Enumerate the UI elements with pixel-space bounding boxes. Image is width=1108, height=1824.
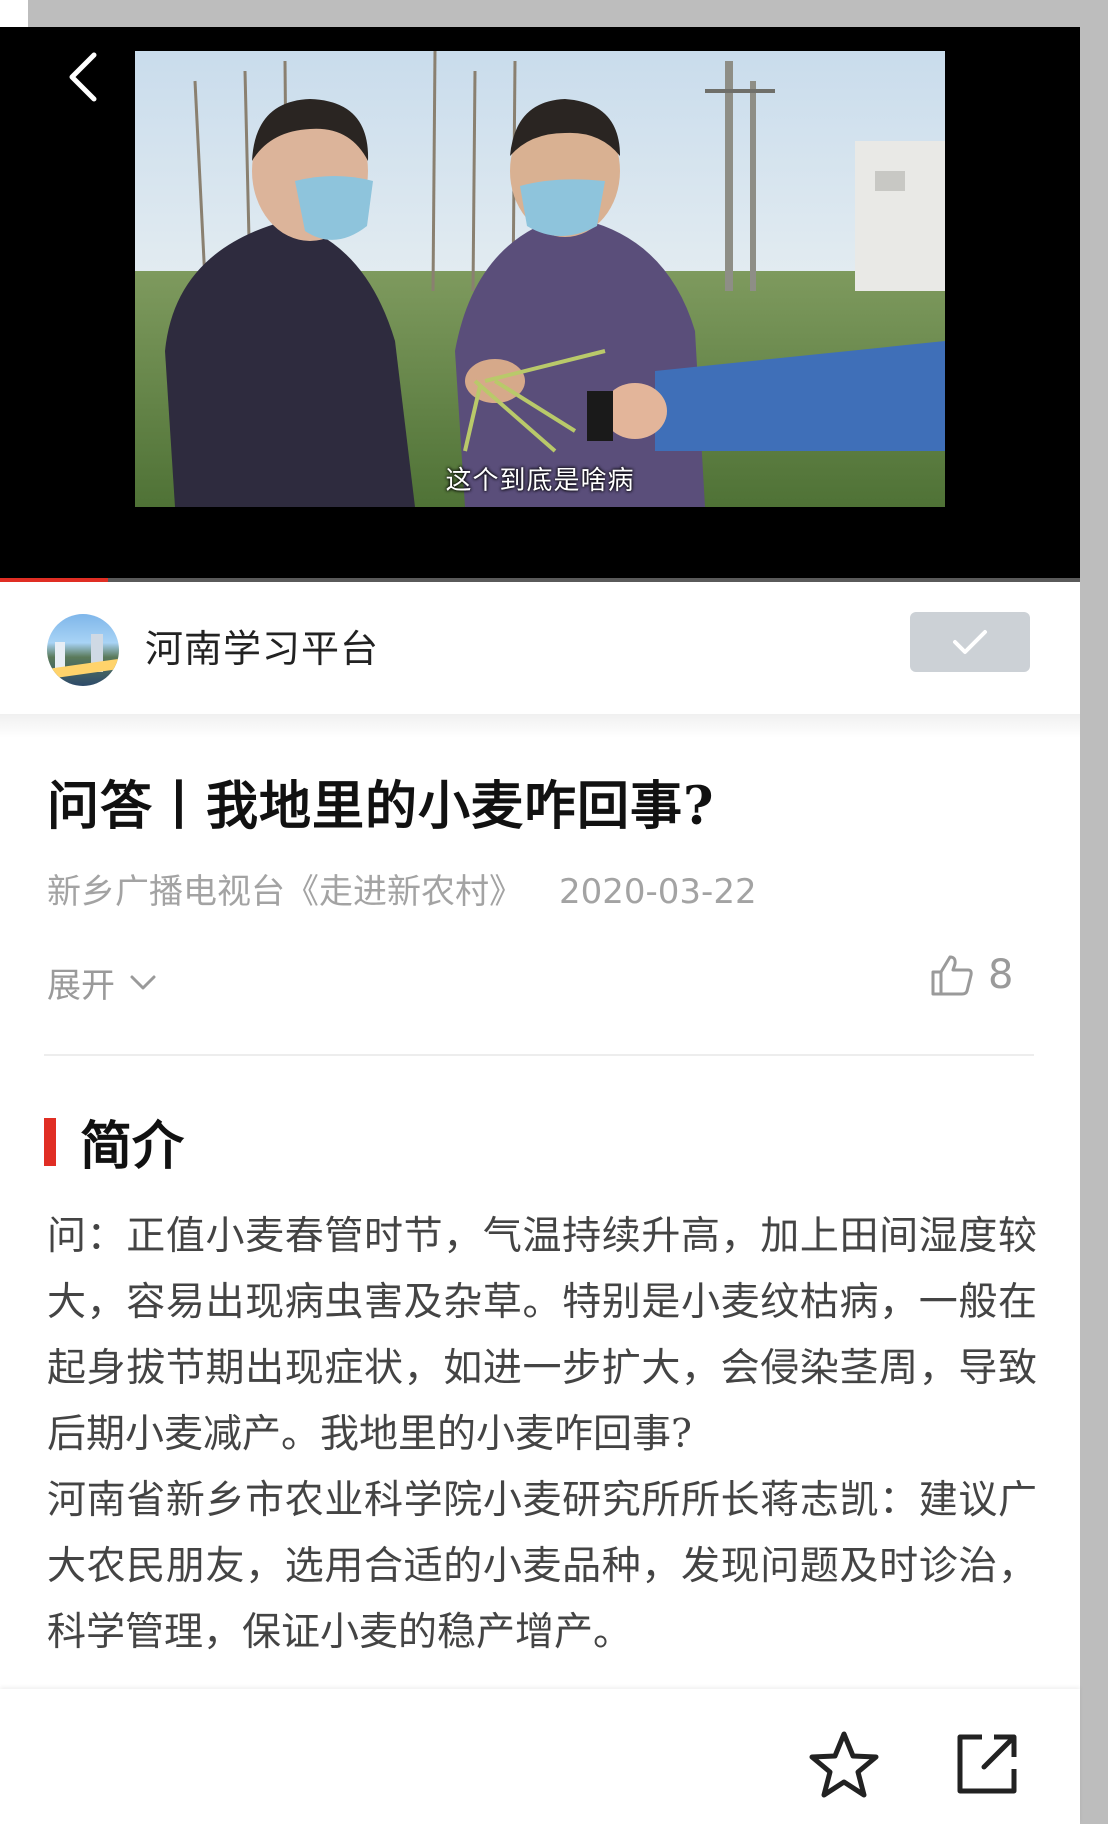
like-button[interactable]: 8 (930, 952, 1013, 998)
thumbs-up-icon (931, 955, 973, 996)
right-edge (1080, 27, 1108, 1824)
corner-patch (0, 0, 28, 27)
follow-button[interactable] (910, 612, 1030, 672)
star-icon (809, 1731, 879, 1798)
article-title: 问答丨我地里的小麦咋回事? (47, 776, 715, 837)
video-player[interactable]: 这个到底是啥病 (0, 27, 1080, 582)
back-button[interactable] (58, 47, 108, 107)
publisher-name[interactable]: 河南学习平台 (145, 618, 379, 673)
video-frame[interactable]: 这个到底是啥病 (135, 51, 945, 507)
like-count: 8 (988, 952, 1014, 998)
section-heading: 简介 (44, 1104, 184, 1179)
status-area (0, 0, 1108, 27)
article-content: 问答丨我地里的小麦咋回事? 新乡广播电视台《走进新农村》 2020-03-22 展… (0, 714, 1080, 1689)
expand-button[interactable]: 展开 (47, 958, 157, 1007)
video-scene-image (135, 51, 945, 507)
intro-body: 问：正值小麦春管时节，气温持续升高，加上田间湿度较大，容易出现病虫害及杂草。特别… (47, 1204, 1037, 1666)
intro-paragraph: 问：正值小麦春管时节，气温持续升高，加上田间湿度较大，容易出现病虫害及杂草。特别… (47, 1214, 1037, 1457)
intro-paragraph: 河南省新乡市农业科学院小麦研究所所长蒋志凯：建议广大农民朋友，选用合适的小麦品种… (47, 1478, 1037, 1655)
article-date: 2020-03-22 (559, 872, 757, 912)
publisher-bar: 河南学习平台 (0, 582, 1080, 714)
chevron-left-icon (69, 52, 97, 102)
article-source: 新乡广播电视台《走进新农村》 (47, 872, 523, 912)
video-subtitle: 这个到底是啥病 (445, 466, 635, 496)
divider (44, 1054, 1034, 1056)
expand-label: 展开 (47, 966, 115, 1006)
section-heading-text: 简介 (80, 1116, 185, 1177)
section-accent-bar (44, 1117, 56, 1166)
avatar[interactable] (47, 614, 119, 686)
check-icon (953, 630, 987, 654)
chevron-down-icon (130, 975, 156, 989)
bottom-action-bar (0, 1689, 1080, 1824)
share-icon (957, 1734, 1017, 1794)
share-button[interactable] (954, 1731, 1020, 1797)
favorite-button[interactable] (808, 1729, 880, 1801)
article-meta: 新乡广播电视台《走进新农村》 2020-03-22 (47, 864, 757, 913)
